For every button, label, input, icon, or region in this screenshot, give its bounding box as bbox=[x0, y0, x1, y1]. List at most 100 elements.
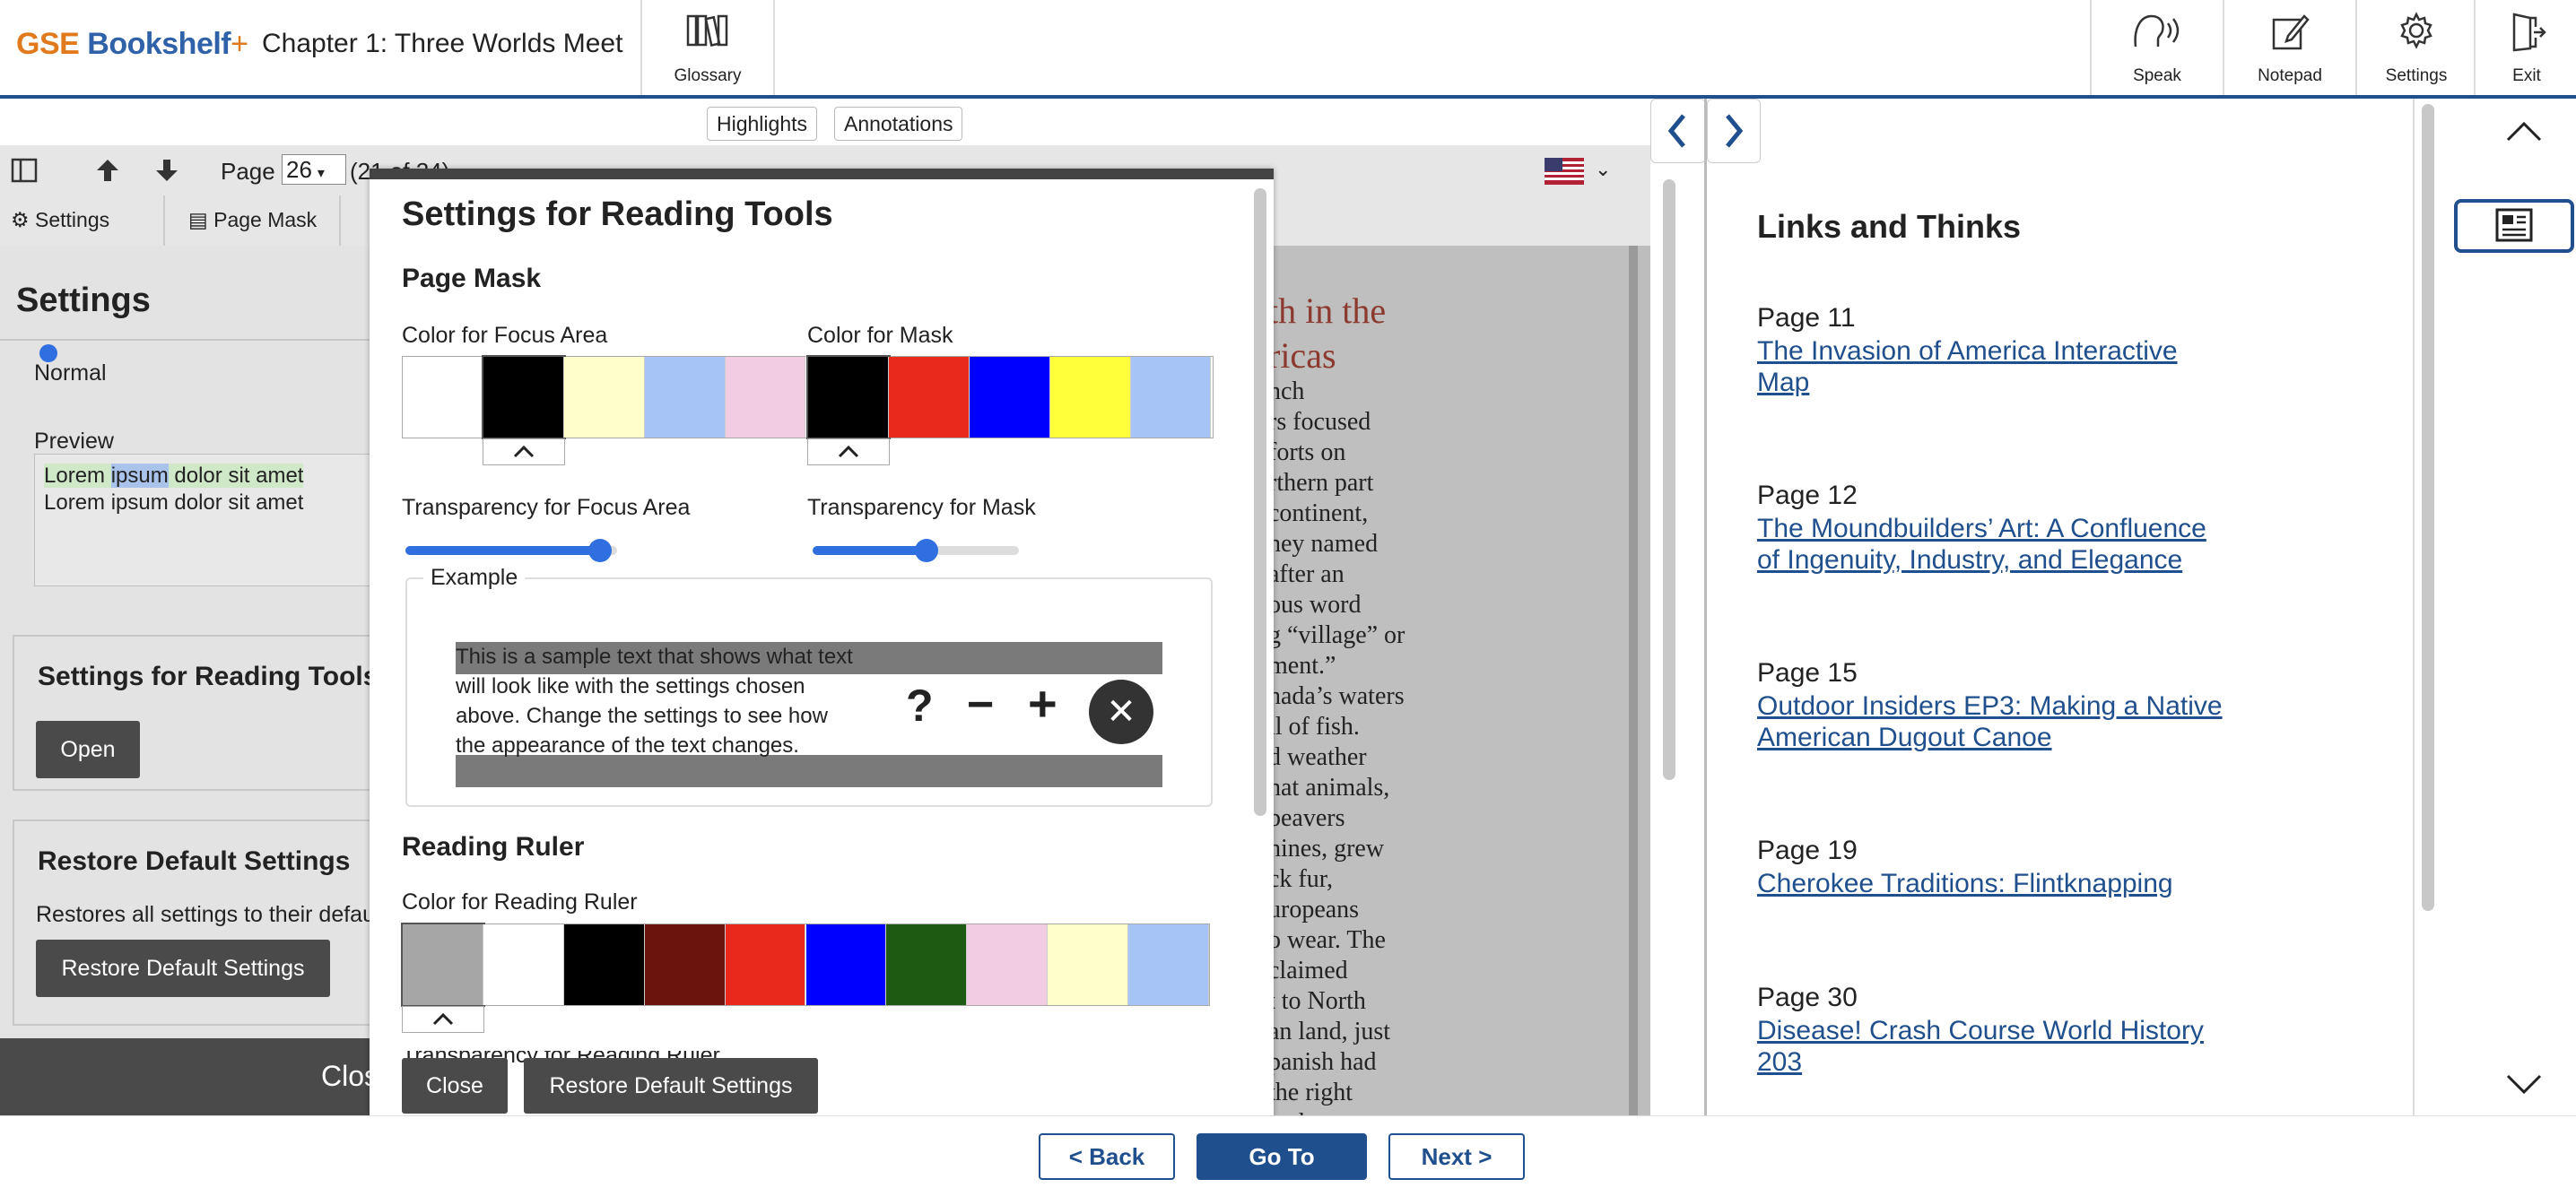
transparency-mask-label: Transparency for Mask bbox=[807, 495, 1036, 520]
chevron-down-icon: ▾ bbox=[317, 166, 325, 181]
color-swatch[interactable] bbox=[403, 357, 483, 438]
book-text-line: ous word bbox=[1272, 591, 1362, 619]
color-swatch[interactable] bbox=[401, 923, 485, 1007]
dialog-close-button[interactable]: Close bbox=[402, 1058, 508, 1114]
resource-link[interactable]: The Invasion of America Interactive Map bbox=[1757, 335, 2295, 398]
color-swatch[interactable] bbox=[805, 924, 887, 1005]
resource-link[interactable]: Outdoor Insiders EP3: Making a Native Ame… bbox=[1757, 690, 2295, 753]
scroll-up-icon[interactable] bbox=[2502, 117, 2546, 145]
close-circle-icon[interactable]: ✕ bbox=[1089, 680, 1153, 744]
preview-box: Lorem ipsum dolor sit amet Lorem ipsum d… bbox=[34, 454, 377, 586]
logo-plus: + bbox=[231, 27, 248, 61]
minus-icon[interactable]: − bbox=[967, 678, 994, 732]
glossary-button[interactable]: Glossary bbox=[640, 0, 775, 95]
color-swatch[interactable] bbox=[481, 355, 566, 439]
resource-link-line[interactable]: 203 bbox=[1757, 1046, 2295, 1078]
color-swatch[interactable] bbox=[888, 357, 970, 438]
panel-close-bar[interactable]: Clos bbox=[0, 1038, 377, 1115]
color-swatch[interactable] bbox=[886, 924, 968, 1005]
page-select[interactable]: 26 ▾ bbox=[282, 154, 346, 185]
color-swatch[interactable] bbox=[806, 355, 891, 439]
book-page: th in the ricas nch rs focused forts on rth… bbox=[1272, 246, 1629, 1115]
resource-link-line[interactable]: Cherokee Traditions: Flintknapping bbox=[1757, 868, 2295, 899]
color-swatch[interactable] bbox=[563, 924, 645, 1005]
language-chevron-icon[interactable]: ⌄ bbox=[1595, 158, 1611, 181]
resource-link[interactable]: Disease! Crash Course World History 203 bbox=[1757, 1015, 2295, 1078]
book-text-line: continent, bbox=[1272, 499, 1369, 527]
links-scrollbar[interactable] bbox=[2422, 104, 2434, 911]
app-logo: GSE Bookshelf+ bbox=[16, 27, 248, 62]
dialog-restore-button[interactable]: Restore Default Settings bbox=[524, 1058, 818, 1114]
book-text-line: nch bbox=[1272, 377, 1305, 405]
preview-text-c: dolor sit amet bbox=[168, 464, 304, 488]
scroll-down-icon[interactable] bbox=[2502, 1071, 2546, 1099]
highlights-tab[interactable]: Highlights bbox=[707, 107, 817, 141]
book-text-line: o wear. The bbox=[1272, 926, 1386, 954]
ruler-color-collapse[interactable] bbox=[402, 1006, 484, 1033]
resource-link[interactable]: The Moundbuilders’ Art: A Confluence of I… bbox=[1757, 513, 2295, 576]
speak-label: Speak bbox=[2133, 66, 2181, 85]
focus-color-collapse[interactable] bbox=[483, 438, 565, 465]
resource-link-line[interactable]: Outdoor Insiders EP3: Making a Native bbox=[1757, 690, 2295, 722]
resource-link-line[interactable]: Disease! Crash Course World History bbox=[1757, 1015, 2295, 1046]
color-swatch[interactable] bbox=[1048, 924, 1129, 1005]
resource-link-line[interactable]: The Invasion of America Interactive bbox=[1757, 335, 2295, 367]
glossary-icon bbox=[686, 14, 728, 47]
color-swatch[interactable] bbox=[1049, 357, 1131, 438]
panel-divider-column bbox=[1650, 99, 1706, 1115]
color-swatch[interactable] bbox=[644, 357, 726, 438]
notepad-button[interactable]: Notepad bbox=[2223, 0, 2355, 95]
color-swatch[interactable] bbox=[969, 357, 1050, 438]
color-swatch[interactable] bbox=[725, 357, 806, 438]
resource-link[interactable]: Cherokee Traditions: Flintknapping bbox=[1757, 868, 2295, 899]
links-panel-toggle[interactable] bbox=[2454, 199, 2574, 253]
dialog-scrollbar[interactable] bbox=[1254, 188, 1266, 816]
us-flag-icon[interactable] bbox=[1545, 158, 1584, 185]
transparency-focus-slider[interactable] bbox=[405, 539, 617, 562]
chevron-right-icon bbox=[1726, 114, 1744, 148]
mask-color-collapse[interactable] bbox=[807, 438, 890, 465]
color-swatch[interactable] bbox=[483, 924, 564, 1005]
transparency-mask-thumb[interactable] bbox=[914, 539, 938, 562]
speed-slider-thumb[interactable] bbox=[39, 344, 57, 362]
color-swatch[interactable] bbox=[563, 357, 645, 438]
color-swatch[interactable] bbox=[1128, 924, 1209, 1005]
annotations-tab[interactable]: Annotations bbox=[834, 107, 963, 141]
reading-ruler-heading: Reading Ruler bbox=[402, 832, 585, 862]
book-panel-scrollbar[interactable] bbox=[1663, 179, 1675, 780]
resource-link-line[interactable]: of Ingenuity, Industry, and Elegance bbox=[1757, 544, 2295, 576]
book-text-line: ck fur, bbox=[1272, 865, 1333, 893]
settings-tab[interactable]: ⚙ Settings bbox=[11, 208, 109, 232]
resource-link-line[interactable]: The Moundbuilders’ Art: A Confluence bbox=[1757, 513, 2295, 544]
next-button[interactable]: Next > bbox=[1388, 1133, 1525, 1180]
settings-button[interactable]: Settings bbox=[2355, 0, 2476, 95]
exit-button[interactable]: Exit bbox=[2474, 0, 2576, 95]
resource-link-line[interactable]: American Dugout Canoe bbox=[1757, 722, 2295, 753]
next-panel-button[interactable] bbox=[1707, 99, 1761, 163]
transparency-mask-slider[interactable] bbox=[813, 539, 1019, 562]
page-mask-tab[interactable]: ▤ Page Mask bbox=[188, 208, 317, 232]
example-box: Example This is a sample text that shows… bbox=[405, 565, 1213, 807]
prev-panel-button[interactable] bbox=[1650, 99, 1706, 163]
color-swatch[interactable] bbox=[1130, 357, 1212, 438]
book-text-line: hines, grew bbox=[1272, 835, 1385, 863]
back-button[interactable]: < Back bbox=[1039, 1133, 1175, 1180]
arrow-down-icon[interactable] bbox=[152, 156, 181, 185]
link-page-number: Page 15 bbox=[1757, 658, 1858, 688]
restore-default-button[interactable]: Restore Default Settings bbox=[36, 940, 330, 997]
color-swatch[interactable] bbox=[967, 924, 1049, 1005]
color-swatch[interactable] bbox=[644, 924, 726, 1005]
go-to-button[interactable]: Go To bbox=[1197, 1133, 1367, 1180]
arrow-up-icon[interactable] bbox=[93, 156, 122, 185]
open-reading-tools-button[interactable]: Open bbox=[36, 721, 140, 778]
transparency-focus-thumb[interactable] bbox=[588, 539, 613, 562]
plus-icon[interactable]: + bbox=[1028, 674, 1057, 733]
restore-description: Restores all settings to their defau bbox=[36, 902, 375, 927]
speak-button[interactable]: Speak bbox=[2090, 0, 2223, 95]
sidebar-toggle-icon[interactable] bbox=[11, 158, 38, 183]
color-swatch[interactable] bbox=[725, 924, 806, 1005]
help-icon[interactable]: ? bbox=[906, 680, 934, 732]
resource-link-line[interactable]: Map bbox=[1757, 367, 2295, 398]
chevron-up-icon bbox=[432, 1012, 454, 1026]
book-text-line: g “village” or bbox=[1272, 621, 1405, 649]
